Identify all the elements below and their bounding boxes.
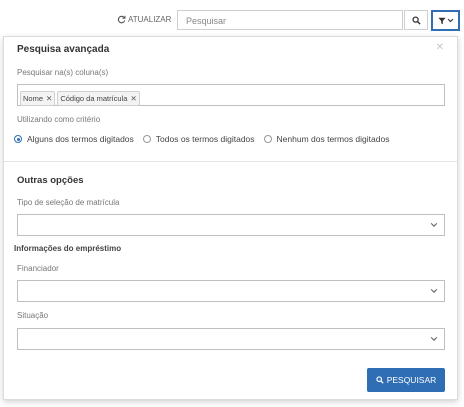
- chevron-down-icon: [430, 223, 438, 227]
- radio-circle[interactable]: [263, 135, 272, 143]
- remove-tag-icon[interactable]: ✕: [46, 94, 52, 103]
- column-tag: Nome ✕: [20, 91, 56, 106]
- close-icon[interactable]: ✕: [436, 42, 444, 53]
- search-input[interactable]: [178, 12, 402, 30]
- radio-circle[interactable]: [142, 135, 151, 143]
- chevron-down-icon: [430, 337, 438, 341]
- other-options-title: Outras opções: [17, 175, 84, 186]
- tag-label: Código da matrícula: [60, 94, 128, 103]
- criteria-label: Utilizando como critério: [17, 115, 101, 124]
- toolbar: ATUALIZAR: [0, 0, 464, 36]
- search-icon: [376, 376, 384, 384]
- criteria-radio-group: Alguns dos termos digitados Todos os ter…: [14, 134, 398, 144]
- radio-some-terms[interactable]: Alguns dos termos digitados: [14, 134, 134, 144]
- financier-label: Financiador: [17, 264, 59, 273]
- search-button[interactable]: [404, 10, 428, 30]
- filter-icon: [437, 17, 446, 24]
- search-field[interactable]: [177, 10, 403, 30]
- refresh-icon: [117, 15, 126, 24]
- column-tag: Código da matrícula ✕: [57, 91, 140, 106]
- radio-circle-checked[interactable]: [14, 135, 22, 143]
- enrollment-type-select[interactable]: [17, 214, 445, 236]
- radio-label: Todos os termos digitados: [155, 134, 255, 144]
- search-icon: [411, 15, 421, 25]
- search-submit-button[interactable]: PESQUISAR: [367, 368, 445, 392]
- radio-no-terms[interactable]: Nenhum dos termos digitados: [263, 134, 390, 144]
- radio-label: Nenhum dos termos digitados: [276, 134, 390, 144]
- tag-label: Nome: [23, 94, 44, 103]
- financier-select[interactable]: [17, 280, 445, 302]
- remove-tag-icon[interactable]: ✕: [130, 94, 136, 103]
- radio-label: Alguns dos termos digitados: [27, 134, 134, 144]
- status-label: Situação: [17, 311, 49, 320]
- radio-all-terms[interactable]: Todos os termos digitados: [142, 134, 255, 144]
- columns-label: Pesquisar na(s) coluna(s): [17, 68, 109, 77]
- section-divider: [4, 161, 457, 162]
- panel-title: Pesquisa avançada: [17, 44, 110, 55]
- status-select[interactable]: [17, 328, 445, 350]
- chevron-down-icon: [447, 18, 453, 23]
- advanced-filter-toggle[interactable]: [431, 10, 460, 31]
- refresh-label: ATUALIZAR: [128, 15, 172, 24]
- chevron-down-icon: [430, 289, 438, 293]
- loan-info-title: Informações do empréstimo: [14, 244, 122, 253]
- search-submit-label: PESQUISAR: [386, 375, 437, 385]
- refresh-button[interactable]: ATUALIZAR: [117, 15, 171, 24]
- columns-multiselect[interactable]: Nome ✕ Código da matrícula ✕: [17, 84, 445, 106]
- advanced-search-panel: ✕ Pesquisa avançada Pesquisar na(s) colu…: [3, 36, 458, 400]
- enrollment-type-label: Tipo de seleção de matrícula: [17, 198, 120, 207]
